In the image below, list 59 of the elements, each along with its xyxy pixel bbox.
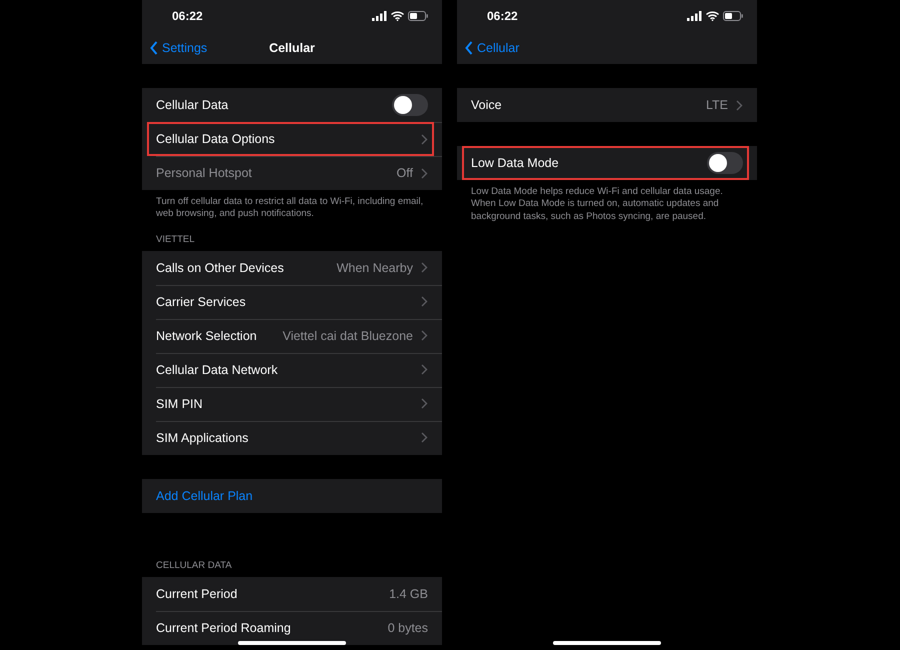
screen-title: Cellular [269,40,315,57]
row-label: Current Period Roaming [156,620,291,637]
chevron-right-icon [421,296,428,308]
status-time: 06:22 [487,8,518,25]
settings-row[interactable]: Add Cellular Plan [142,478,442,513]
row-label: Carrier Services [156,294,246,311]
row-label: Cellular Data [156,96,228,114]
settings-row[interactable]: SIM Applications [142,420,442,455]
row-label: Network Selection [156,328,257,345]
row-value: 0 bytes [388,620,428,637]
chevron-right-icon [736,100,743,110]
section-footer: Turn off cellular data to restrict all data to Wi-Fi, including email, web browsing, and push notifications. [142,190,442,221]
row-value: Off [396,164,413,182]
section-footer: Low Data Mode helps reduce Wi-Fi and cellular data usage. When Low Data Mode is turned on, automatic updates and background tasks, such as Photos syncing, are paused. [457,180,757,224]
settings-row[interactable]: Cellular Data Options [142,122,442,156]
row-value: 1.4 GB [389,586,428,603]
settings-row[interactable]: Carrier Services [142,284,442,319]
chevron-right-icon [421,364,428,376]
settings-row[interactable]: Cellular Data [142,88,442,122]
back-link[interactable]: Cellular [457,38,520,58]
chevron-right-icon [421,168,428,178]
row-label: Personal Hotspot [156,164,252,182]
chevron-right-icon [421,330,428,342]
row-label: Voice [471,96,502,114]
chevron-right-icon [421,398,428,410]
back-link[interactable]: Settings [142,38,208,58]
chevron-left-icon [465,41,473,55]
chevron-right-icon [421,432,428,444]
settings-row[interactable]: Calls on Other Devices When Nearby [142,250,442,285]
row-label: Calls on Other Devices [156,260,284,277]
section-header: CELLULAR DATA [155,558,233,573]
row-label: SIM PIN [156,396,203,413]
settings-row[interactable]: SIM PIN [142,386,442,421]
settings-row[interactable]: Voice LTE [457,88,757,122]
wifi-icon [706,11,719,21]
settings-row[interactable]: Cellular Data Network [142,352,442,387]
signal-icon [687,11,702,21]
chevron-left-icon [150,41,158,55]
settings-row[interactable]: Low Data Mode [457,146,757,180]
row-value: Viettel cai dat Bluezone [282,328,413,345]
section-header: VIETTEL [155,232,196,247]
settings-row[interactable]: Network Selection Viettel cai dat Bluezone [142,318,442,353]
chevron-right-icon [421,262,428,274]
toggle-switch[interactable] [707,152,743,174]
row-label: Cellular Data Options [156,130,275,148]
row-label: Current Period [156,586,238,603]
row-label: Cellular Data Network [156,362,278,379]
row-value: When Nearby [336,260,413,277]
status-time: 06:22 [172,8,203,25]
battery-icon [723,11,743,21]
signal-icon [372,11,387,21]
wifi-icon [391,11,404,21]
row-label: Add Cellular Plan [156,488,253,505]
row-label: SIM Applications [156,430,248,447]
row-value: LTE [706,96,728,114]
chevron-right-icon [421,134,428,144]
battery-icon [408,11,428,21]
toggle-switch[interactable] [392,94,428,116]
row-label: Low Data Mode [471,154,559,172]
